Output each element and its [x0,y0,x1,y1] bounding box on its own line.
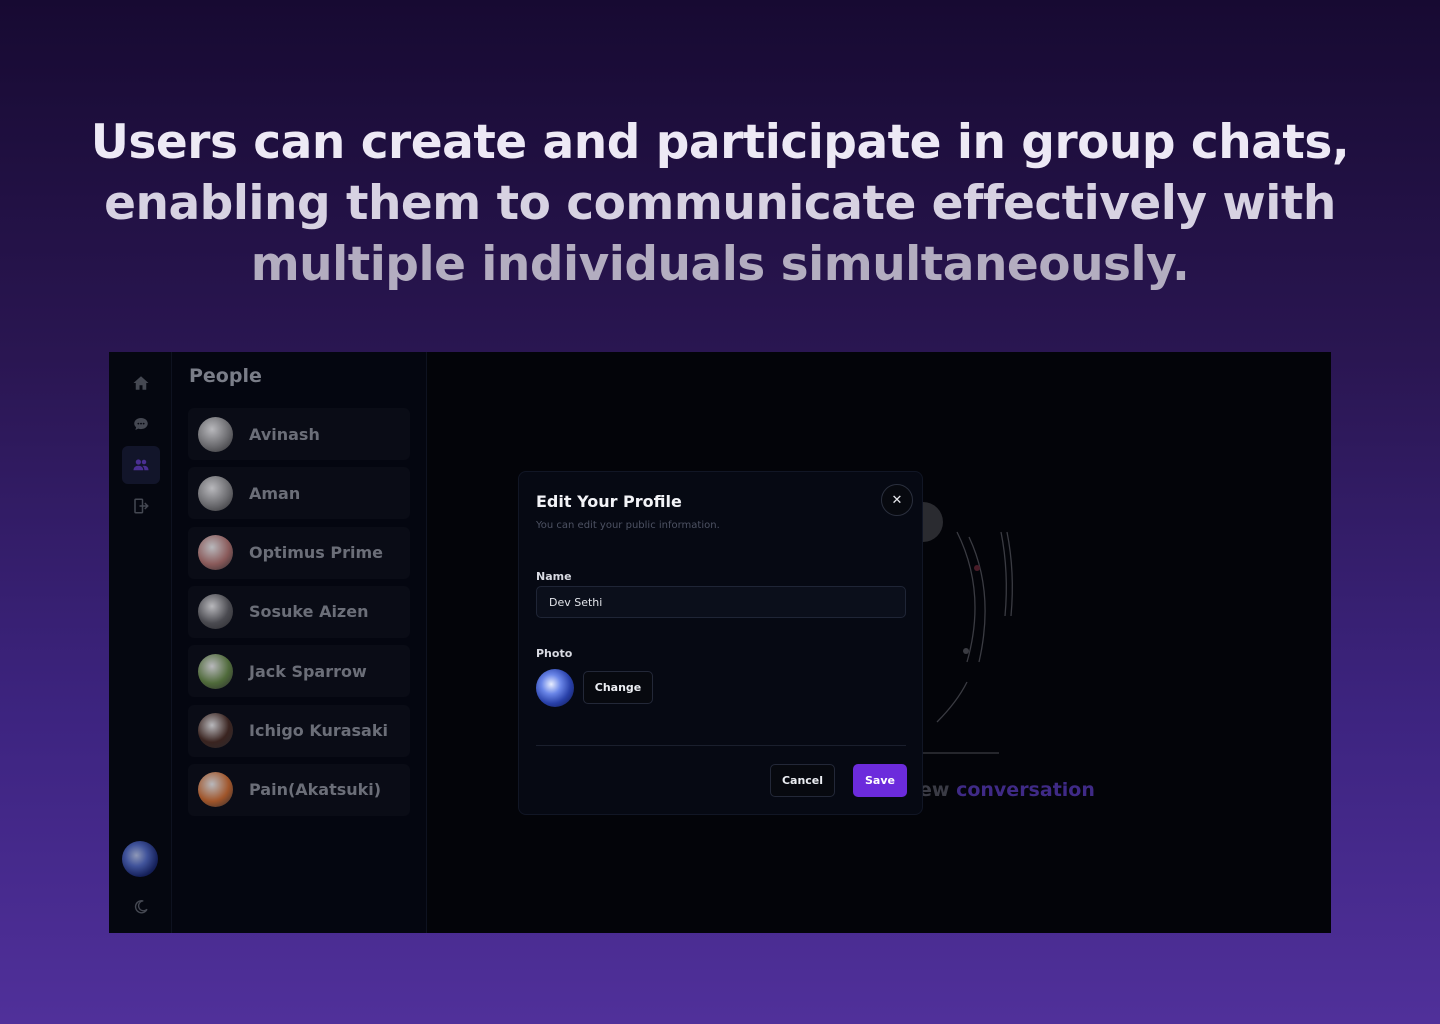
modal-title: Edit Your Profile [536,492,682,511]
user-avatar[interactable] [122,841,158,877]
person-name: Avinash [249,424,320,444]
list-item[interactable]: Aman [188,467,410,520]
headline-line-1: Users can create and participate in grou… [90,115,1350,170]
avatar [198,772,233,808]
avatar [198,594,233,630]
home-icon [133,376,149,390]
close-button[interactable]: ✕ [881,484,913,516]
edit-profile-modal: Edit Your Profile You can edit your publ… [518,471,923,815]
logout-icon [134,498,149,514]
photo-label: Photo [536,647,573,660]
profile-photo [536,669,574,707]
change-photo-button[interactable]: Change [583,671,653,704]
new-conversation-text: ew conversation [919,779,1095,801]
avatar [198,416,233,452]
modal-subtitle: You can edit your public information. [536,520,720,531]
list-item[interactable]: Sosuke Aizen [188,585,410,638]
avatar [198,535,233,571]
list-item[interactable]: Optimus Prime [188,526,410,579]
person-name: Ichigo Kurasaki [249,721,388,740]
avatar [198,713,233,748]
avatar [198,653,233,689]
avatar [198,475,233,511]
chats-button[interactable] [122,405,160,443]
people-panel: People Avinash Aman Optimus Prime Sosuke Ai… [172,352,427,933]
new-conversation-accent: conversation [956,779,1095,801]
headline-line-3: multiple individuals simultaneously. [250,237,1190,292]
person-name: Sosuke Aizen [249,602,369,622]
save-button[interactable]: Save [853,764,907,797]
list-item[interactable]: Pain(Akatsuki) [188,763,410,816]
person-name: Jack Sparrow [249,661,367,681]
headline-line-2: enabling them to communicate effectively… [104,176,1336,231]
users-icon [133,459,149,471]
headline: Users can create and participate in grou… [0,112,1440,295]
new-conversation-prefix: ew [919,779,950,801]
people-title: People [189,365,262,387]
logout-button[interactable] [122,487,160,525]
icon-rail [109,352,172,933]
theme-toggle-button[interactable] [122,888,160,926]
name-label: Name [536,570,572,583]
people-button[interactable] [122,446,160,484]
home-button[interactable] [122,364,160,402]
chat-icon [134,418,148,430]
person-name: Pain(Akatsuki) [249,780,382,800]
person-name: Optimus Prime [249,543,383,563]
divider [536,745,906,746]
moon-icon [134,900,148,914]
name-input[interactable] [536,586,906,618]
person-name: Aman [249,483,301,503]
list-item[interactable]: Ichigo Kurasaki [188,704,410,757]
list-item[interactable]: Avinash [188,408,410,460]
close-icon: ✕ [891,492,903,508]
list-item[interactable]: Jack Sparrow [188,645,410,698]
cancel-button[interactable]: Cancel [770,764,835,797]
